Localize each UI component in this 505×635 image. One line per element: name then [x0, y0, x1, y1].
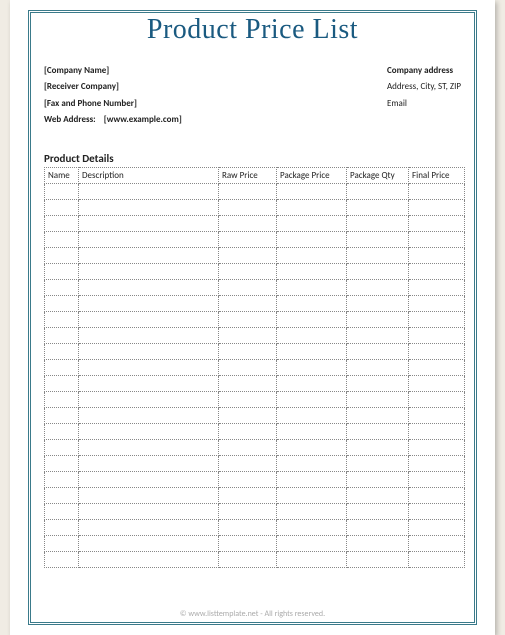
- page-border: [28, 10, 477, 625]
- footer-text: © www.listtemplate.net - All rights rese…: [10, 609, 495, 619]
- page: Product Price List [Company Name] [Recei…: [10, 0, 495, 635]
